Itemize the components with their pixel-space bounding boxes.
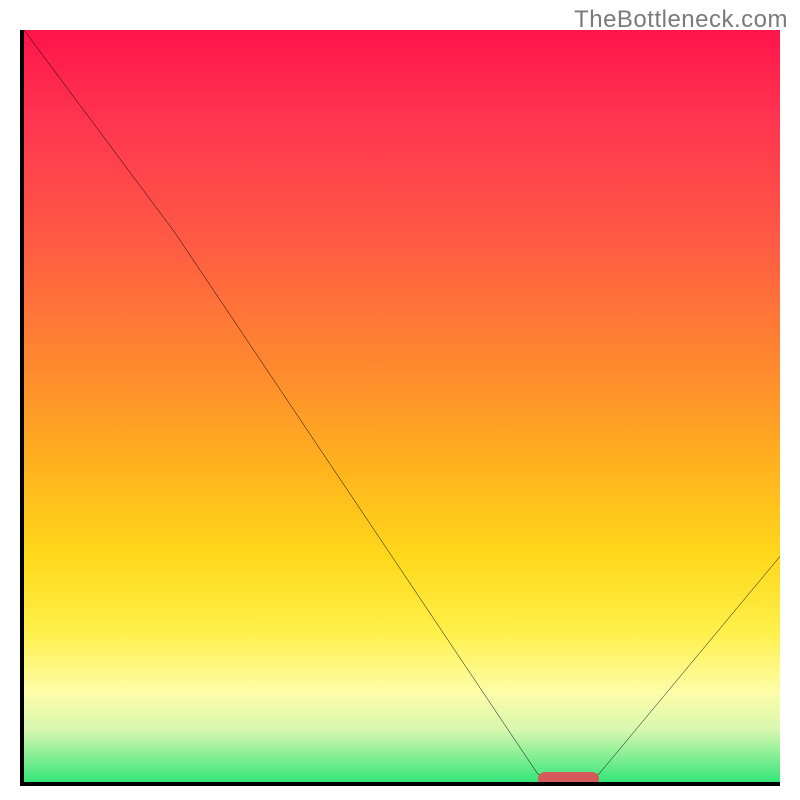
plot-area — [20, 30, 780, 786]
bottleneck-curve — [24, 30, 780, 782]
chart-frame: TheBottleneck.com — [0, 0, 800, 800]
optimum-marker — [538, 772, 598, 786]
curve-path — [24, 30, 780, 774]
